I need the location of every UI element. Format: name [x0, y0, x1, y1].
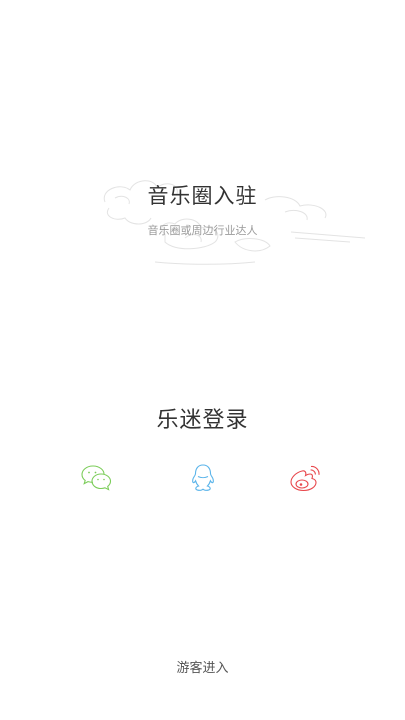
qq-icon	[192, 464, 214, 491]
artist-signup-subtitle: 音乐圈或周边行业达人	[147, 224, 258, 237]
qq-login-button[interactable]	[185, 460, 221, 496]
fan-login-title: 乐迷登录	[156, 408, 249, 433]
artist-signup-title[interactable]: 音乐圈入驻	[0, 180, 405, 210]
wechat-login-button[interactable]	[79, 460, 115, 496]
guest-entry-link[interactable]: 游客进入	[0, 657, 405, 676]
wechat-icon	[81, 465, 112, 491]
weibo-login-button[interactable]	[288, 460, 324, 496]
weibo-icon	[290, 465, 320, 492]
